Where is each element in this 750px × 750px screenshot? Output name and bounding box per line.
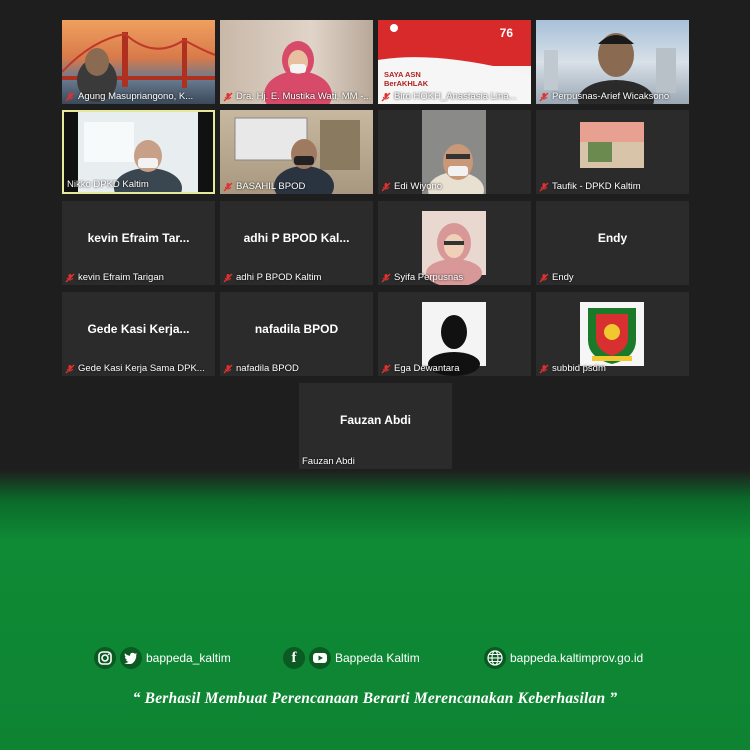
participant-name-row: Dra. Hj. E. Mustika Wati, MM -... <box>223 91 370 102</box>
participant-tile[interactable]: Edi Wiyono <box>378 110 531 194</box>
participant-name-row: Endy <box>539 272 686 283</box>
muted-mic-icon <box>65 273 75 282</box>
participant-display-name: kevin Efraim Tar... <box>87 231 190 245</box>
participant-name-row: Syifa Perpusnas <box>381 272 528 283</box>
website-link[interactable]: bappeda.kaltimprov.go.id <box>510 651 643 665</box>
muted-mic-icon <box>381 364 391 373</box>
social-facebook-youtube[interactable]: f Bappeda Kaltim <box>283 646 420 670</box>
participant-tile[interactable]: subbid psdm <box>536 292 689 376</box>
participant-name: Taufik - DPKD Kaltim <box>552 181 641 192</box>
participant-tile[interactable]: Taufik - DPKD Kaltim <box>536 110 689 194</box>
globe-icon <box>484 647 506 669</box>
video-grid: Agung Masupriangono, K... Dra. Hj. E. Mu… <box>0 0 750 470</box>
participant-name: Endy <box>552 272 574 283</box>
facebook-icon[interactable]: f <box>283 647 305 669</box>
participant-name-row: Edi Wiyono <box>381 181 528 192</box>
participant-tile-active-speaker[interactable]: Nikko DPKD Kaltim <box>62 110 215 194</box>
green-footer-background <box>0 470 750 750</box>
participant-name-row: Agung Masupriangono, K... <box>65 91 212 102</box>
participant-name-row: BASAHIL BPOD <box>223 181 370 192</box>
participant-name: Perpusnas-Arief Wicaksono <box>552 91 670 102</box>
muted-mic-icon <box>381 273 391 282</box>
twitter-handle[interactable]: bappeda_kaltim <box>146 651 231 665</box>
muted-mic-icon <box>381 182 391 191</box>
muted-mic-icon <box>223 92 233 101</box>
participant-name: Fauzan Abdi <box>302 456 355 467</box>
participant-tile[interactable]: Ega Dewantara <box>378 292 531 376</box>
participant-name-row: Ega Dewantara <box>381 363 528 374</box>
participant-name-row: Nikko DPKD Kaltim <box>67 179 210 190</box>
participant-tile[interactable]: Gede Kasi Kerja... Gede Kasi Kerja Sama … <box>62 292 215 376</box>
participant-tile[interactable]: Syifa Perpusnas <box>378 201 531 285</box>
social-website[interactable]: bappeda.kaltimprov.go.id <box>484 646 643 670</box>
participant-tile[interactable]: nafadila BPOD nafadila BPOD <box>220 292 373 376</box>
youtube-icon[interactable] <box>309 647 331 669</box>
participant-name: Gede Kasi Kerja Sama DPK... <box>78 363 205 374</box>
participant-name: Agung Masupriangono, K... <box>78 91 194 102</box>
participant-tile[interactable]: adhi P BPOD Kal... adhi P BPOD Kaltim <box>220 201 373 285</box>
participant-name: nafadila BPOD <box>236 363 299 374</box>
muted-mic-icon <box>223 182 233 191</box>
participant-tile[interactable]: Perpusnas-Arief Wicaksono <box>536 20 689 104</box>
muted-mic-icon <box>65 364 75 373</box>
participant-name: Edi Wiyono <box>394 181 443 192</box>
instagram-icon[interactable] <box>94 647 116 669</box>
participant-name-row: kevin Efraim Tarigan <box>65 272 212 283</box>
participant-display-name: Endy <box>597 231 628 245</box>
participant-name-row: Biro HOKH_Anastasia Lina... <box>381 91 528 102</box>
participant-name-row: Fauzan Abdi <box>302 456 449 467</box>
facebook-youtube-name[interactable]: Bappeda Kaltim <box>335 651 420 665</box>
participant-name: adhi P BPOD Kaltim <box>236 272 322 283</box>
participant-display-name: nafadila BPOD <box>254 322 339 336</box>
participant-display-name: Fauzan Abdi <box>340 413 411 427</box>
participant-display-name: Gede Kasi Kerja... <box>87 322 190 336</box>
banner-text: SAYA ASN BerAKHLAK <box>384 70 429 88</box>
muted-mic-icon <box>223 364 233 373</box>
muted-mic-icon <box>65 92 75 101</box>
twitter-icon[interactable] <box>120 647 142 669</box>
participant-name-row: adhi P BPOD Kaltim <box>223 272 370 283</box>
participant-tile[interactable]: Dra. Hj. E. Mustika Wati, MM -... <box>220 20 373 104</box>
participant-name-row: Taufik - DPKD Kaltim <box>539 181 686 192</box>
participant-name: subbid psdm <box>552 363 606 374</box>
participant-tile[interactable]: Fauzan Abdi Fauzan Abdi <box>299 383 452 469</box>
participant-name: Syifa Perpusnas <box>394 272 464 283</box>
participant-name: kevin Efraim Tarigan <box>78 272 164 283</box>
participant-name: Nikko DPKD Kaltim <box>67 179 149 190</box>
participant-display-name: adhi P BPOD Kal... <box>243 231 350 245</box>
participant-name: Dra. Hj. E. Mustika Wati, MM -... <box>236 91 370 102</box>
participant-name-row: Gede Kasi Kerja Sama DPK... <box>65 363 212 374</box>
participant-name: Biro HOKH_Anastasia Lina... <box>394 91 517 102</box>
participant-tile[interactable]: 76 SAYA ASN BerAKHLAK Biro HOKH_Anastasi… <box>378 20 531 104</box>
muted-mic-icon <box>539 182 549 191</box>
muted-mic-icon <box>223 273 233 282</box>
muted-mic-icon <box>539 92 549 101</box>
participant-tile[interactable]: kevin Efraim Tar... kevin Efraim Tarigan <box>62 201 215 285</box>
participant-name: Ega Dewantara <box>394 363 460 374</box>
participant-name-row: nafadila BPOD <box>223 363 370 374</box>
muted-mic-icon <box>381 92 391 101</box>
muted-mic-icon <box>539 273 549 282</box>
social-twitter[interactable]: bappeda_kaltim <box>94 646 231 670</box>
participant-name-row: Perpusnas-Arief Wicaksono <box>539 91 686 102</box>
participant-tile[interactable]: Agung Masupriangono, K... <box>62 20 215 104</box>
banner-badge: 76 <box>499 26 513 40</box>
muted-mic-icon <box>539 364 549 373</box>
participant-name: BASAHIL BPOD <box>236 181 306 192</box>
participant-tile[interactable]: BASAHIL BPOD <box>220 110 373 194</box>
tagline: “ Berhasil Membuat Perencanaan Berarti M… <box>132 690 618 707</box>
participant-name-row: subbid psdm <box>539 363 686 374</box>
participant-tile[interactable]: Endy Endy <box>536 201 689 285</box>
